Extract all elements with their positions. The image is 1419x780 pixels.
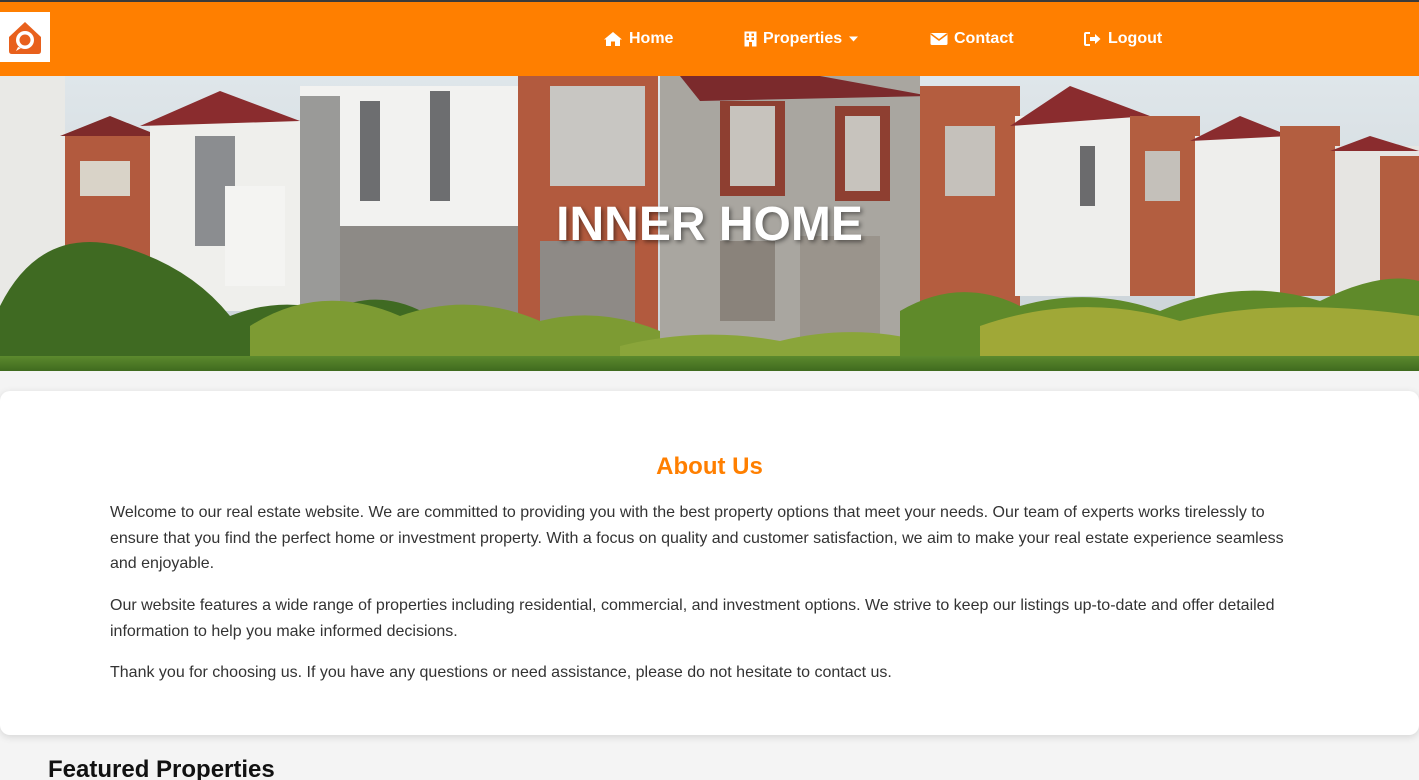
home-icon (604, 32, 622, 46)
featured-properties-heading: Featured Properties (48, 756, 275, 780)
site-logo[interactable] (0, 12, 50, 62)
nav-properties-label: Properties (763, 30, 843, 47)
about-paragraph-1: Welcome to our real estate website. We a… (110, 504, 1284, 572)
hero-title: INNER HOME (556, 198, 863, 251)
nav-logout-label: Logout (1108, 30, 1163, 47)
hero-banner: INNER HOME (0, 76, 1419, 371)
about-us-section: About Us Welcome to our real estate webs… (0, 391, 1419, 735)
house-chat-logo-icon (9, 22, 41, 54)
nav-contact-link[interactable]: Contact (930, 28, 1014, 50)
about-paragraph-2: Our website features a wide range of pro… (110, 597, 1275, 640)
about-paragraph-3: Thank you for choosing us. If you have a… (110, 664, 892, 681)
sign-out-icon (1084, 32, 1101, 46)
nav-home-link[interactable]: Home (603, 28, 673, 50)
nav-contact-label: Contact (954, 30, 1014, 47)
nav-logout-link[interactable]: Logout (1083, 28, 1162, 50)
envelope-icon (930, 33, 948, 45)
caret-down-icon (849, 36, 859, 42)
nav-home-label: Home (629, 30, 674, 47)
navbar: Home Properties Contact Logout (0, 2, 1419, 76)
nav-properties-link[interactable]: Properties (744, 28, 859, 50)
building-icon (744, 31, 757, 47)
about-us-title: About Us (656, 453, 763, 480)
